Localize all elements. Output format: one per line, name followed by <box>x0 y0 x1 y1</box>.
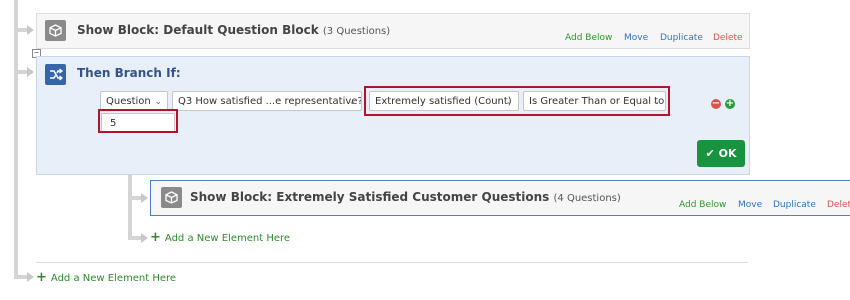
move-link[interactable]: Move <box>624 33 648 43</box>
show-block-extremely-satisfied[interactable]: Show Block: Extremely Satisfied Customer… <box>150 180 850 216</box>
chevron-down-icon: ⌄ <box>348 97 356 107</box>
add-element-link-branch[interactable]: + Add a New Element Here <box>150 230 290 245</box>
flow-arrow-5 <box>141 233 148 243</box>
block-title-text: Show Block: Default Question Block <box>77 23 319 37</box>
flow-arrow-1 <box>27 25 34 35</box>
ok-button[interactable]: ✔ OK <box>697 140 745 167</box>
question-value: Q3 How satisfied ...e representative? <box>178 96 362 107</box>
condition-type-select[interactable]: Question ⌄ <box>100 91 168 111</box>
add-condition-icon[interactable]: + <box>725 99 735 109</box>
add-below-link[interactable]: Add Below <box>679 200 726 210</box>
flow-connector-5 <box>128 236 142 240</box>
block-icon <box>45 20 66 41</box>
delete-link[interactable]: Delete <box>713 33 743 43</box>
highlight-box-choice-operator <box>364 86 670 116</box>
add-element-label: Add a New Element Here <box>164 233 291 244</box>
flow-arrow-4 <box>141 193 148 203</box>
question-count: (3 Questions) <box>322 26 391 37</box>
flow-connector-4 <box>128 196 142 200</box>
check-icon: ✔ <box>705 147 715 160</box>
flow-line-branch <box>128 174 132 238</box>
condition-type-value: Question <box>106 96 151 107</box>
add-element-link-main[interactable]: + Add a New Element Here <box>36 270 176 285</box>
plus-icon: + <box>150 230 161 245</box>
duplicate-link[interactable]: Duplicate <box>660 33 703 43</box>
block-icon <box>161 187 182 208</box>
flow-connector-1 <box>14 28 28 32</box>
branch-element[interactable]: Then Branch If: Question ⌄ Q3 How satisf… <box>36 56 750 175</box>
show-block-default[interactable]: Show Block: Default Question Block (3 Qu… <box>36 13 750 49</box>
ok-label: OK <box>718 147 737 160</box>
add-below-link[interactable]: Add Below <box>565 33 612 43</box>
block-title: Show Block: Extremely Satisfied Customer… <box>190 190 621 204</box>
remove-condition-icon[interactable]: − <box>711 99 721 109</box>
flow-line-main <box>14 0 18 277</box>
duplicate-link[interactable]: Duplicate <box>773 200 816 210</box>
plus-icon: + <box>36 270 47 285</box>
flow-connector-2 <box>14 70 28 74</box>
question-select[interactable]: Q3 How satisfied ...e representative? ⌄ <box>172 91 362 111</box>
block-title: Show Block: Default Question Block (3 Qu… <box>77 23 390 37</box>
highlight-box-value <box>98 109 178 133</box>
question-count: (4 Questions) <box>553 193 621 204</box>
branch-title: Then Branch If: <box>77 66 181 80</box>
block-title-text: Show Block: Extremely Satisfied Customer… <box>190 190 550 204</box>
flow-arrow-2 <box>27 67 34 77</box>
divider <box>36 262 748 263</box>
flow-arrow-3 <box>27 272 34 282</box>
add-element-label: Add a New Element Here <box>50 273 177 284</box>
branch-icon <box>45 64 66 85</box>
delete-link[interactable]: Delete <box>827 200 850 210</box>
flow-connector-3 <box>14 275 28 279</box>
move-link[interactable]: Move <box>738 200 762 210</box>
